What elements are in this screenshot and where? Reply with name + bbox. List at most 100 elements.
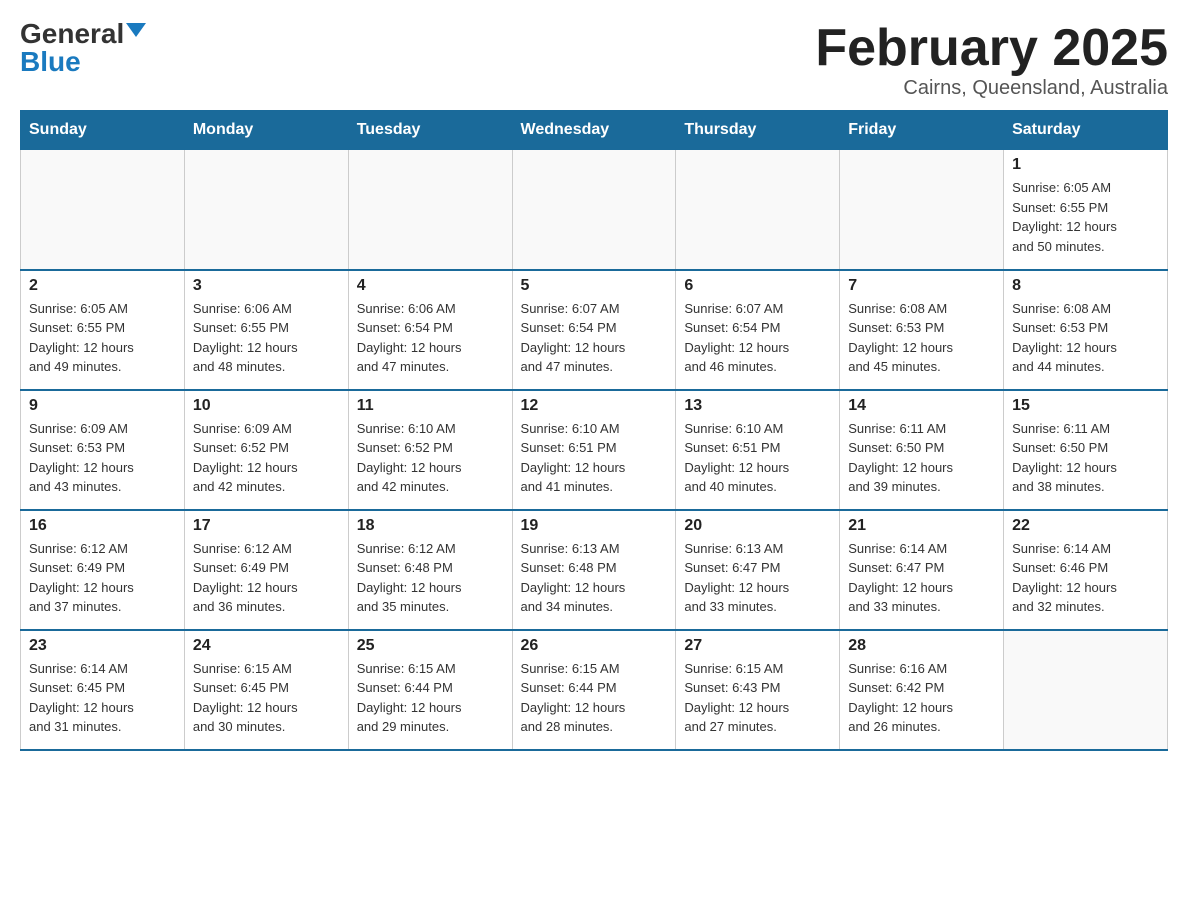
header-day-thursday: Thursday xyxy=(676,111,840,150)
day-info: Sunrise: 6:07 AMSunset: 6:54 PMDaylight:… xyxy=(521,299,668,377)
page-title: February 2025 xyxy=(815,20,1168,77)
day-info: Sunrise: 6:13 AMSunset: 6:47 PMDaylight:… xyxy=(684,539,831,617)
day-info: Sunrise: 6:15 AMSunset: 6:44 PMDaylight:… xyxy=(357,659,504,737)
calendar-cell: 1Sunrise: 6:05 AMSunset: 6:55 PMDaylight… xyxy=(1004,150,1168,270)
calendar-cell: 20 Sunrise: 6:13 AMSunset: 6:47 PMDayligh… xyxy=(676,510,840,630)
calendar-cell: 21 Sunrise: 6:14 AMSunset: 6:47 PMDayligh… xyxy=(840,510,1004,630)
day-number: 7 xyxy=(848,277,995,295)
day-number: 2 xyxy=(29,277,176,295)
calendar-cell: 10 Sunrise: 6:09 AMSunset: 6:52 PMDayligh… xyxy=(184,390,348,510)
calendar-cell xyxy=(840,150,1004,270)
day-info: Sunrise: 6:11 AMSunset: 6:50 PMDaylight:… xyxy=(848,419,995,497)
calendar-cell: 6Sunrise: 6:07 AMSunset: 6:54 PMDaylight… xyxy=(676,270,840,390)
day-number: 28 xyxy=(848,637,995,655)
header-day-wednesday: Wednesday xyxy=(512,111,676,150)
calendar-cell: 18 Sunrise: 6:12 AMSunset: 6:48 PMDayligh… xyxy=(348,510,512,630)
day-number: 24 xyxy=(193,637,340,655)
day-number: 19 xyxy=(521,517,668,535)
calendar-cell: 8 Sunrise: 6:08 AMSunset: 6:53 PMDaylight… xyxy=(1004,270,1168,390)
day-info: Sunrise: 6:06 AMSunset: 6:55 PMDaylight:… xyxy=(193,299,340,377)
calendar-cell: 22 Sunrise: 6:14 AMSunset: 6:46 PMDayligh… xyxy=(1004,510,1168,630)
day-info: Sunrise: 6:15 AMSunset: 6:44 PMDaylight:… xyxy=(521,659,668,737)
day-number: 13 xyxy=(684,397,831,415)
day-info: Sunrise: 6:07 AMSunset: 6:54 PMDaylight:… xyxy=(684,299,831,377)
calendar-cell: 4 Sunrise: 6:06 AMSunset: 6:54 PMDaylight… xyxy=(348,270,512,390)
day-info: Sunrise: 6:05 AMSunset: 6:55 PMDaylight:… xyxy=(29,299,176,377)
day-number: 10 xyxy=(193,397,340,415)
calendar-cell: 27 Sunrise: 6:15 AMSunset: 6:43 PMDayligh… xyxy=(676,630,840,750)
day-info: Sunrise: 6:14 AMSunset: 6:45 PMDaylight:… xyxy=(29,659,176,737)
header-day-saturday: Saturday xyxy=(1004,111,1168,150)
calendar-cell xyxy=(21,150,185,270)
header-day-sunday: Sunday xyxy=(21,111,185,150)
logo: General Blue xyxy=(20,20,146,76)
calendar-cell: 26 Sunrise: 6:15 AMSunset: 6:44 PMDayligh… xyxy=(512,630,676,750)
calendar-cell: 3 Sunrise: 6:06 AMSunset: 6:55 PMDaylight… xyxy=(184,270,348,390)
day-info: Sunrise: 6:16 AMSunset: 6:42 PMDaylight:… xyxy=(848,659,995,737)
calendar-cell: 28 Sunrise: 6:16 AMSunset: 6:42 PMDayligh… xyxy=(840,630,1004,750)
calendar-cell: 19 Sunrise: 6:13 AMSunset: 6:48 PMDayligh… xyxy=(512,510,676,630)
day-number: 3 xyxy=(193,277,340,295)
calendar-cell: 23 Sunrise: 6:14 AMSunset: 6:45 PMDayligh… xyxy=(21,630,185,750)
day-info: Sunrise: 6:12 AMSunset: 6:48 PMDaylight:… xyxy=(357,539,504,617)
day-number: 5 xyxy=(521,277,668,295)
day-number: 9 xyxy=(29,397,176,415)
calendar-cell xyxy=(676,150,840,270)
day-info: Sunrise: 6:09 AMSunset: 6:52 PMDaylight:… xyxy=(193,419,340,497)
calendar-cell: 7 Sunrise: 6:08 AMSunset: 6:53 PMDaylight… xyxy=(840,270,1004,390)
calendar-cell xyxy=(184,150,348,270)
day-info: Sunrise: 6:13 AMSunset: 6:48 PMDaylight:… xyxy=(521,539,668,617)
calendar-table: SundayMondayTuesdayWednesdayThursdayFrid… xyxy=(20,110,1168,751)
day-number: 26 xyxy=(521,637,668,655)
day-number: 20 xyxy=(684,517,831,535)
day-info: Sunrise: 6:06 AMSunset: 6:54 PMDaylight:… xyxy=(357,299,504,377)
page-subtitle: Cairns, Queensland, Australia xyxy=(815,77,1168,100)
calendar-cell: 2 Sunrise: 6:05 AMSunset: 6:55 PMDaylight… xyxy=(21,270,185,390)
day-number: 27 xyxy=(684,637,831,655)
day-number: 21 xyxy=(848,517,995,535)
day-info: Sunrise: 6:15 AMSunset: 6:43 PMDaylight:… xyxy=(684,659,831,737)
day-number: 18 xyxy=(357,517,504,535)
day-number: 4 xyxy=(357,277,504,295)
calendar-cell: 25Sunrise: 6:15 AMSunset: 6:44 PMDayligh… xyxy=(348,630,512,750)
day-info: Sunrise: 6:15 AMSunset: 6:45 PMDaylight:… xyxy=(193,659,340,737)
day-info: Sunrise: 6:11 AMSunset: 6:50 PMDaylight:… xyxy=(1012,419,1159,497)
day-info: Sunrise: 6:08 AMSunset: 6:53 PMDaylight:… xyxy=(848,299,995,377)
header-day-friday: Friday xyxy=(840,111,1004,150)
day-info: Sunrise: 6:10 AMSunset: 6:51 PMDaylight:… xyxy=(684,419,831,497)
calendar-cell xyxy=(348,150,512,270)
calendar-body: 1Sunrise: 6:05 AMSunset: 6:55 PMDaylight… xyxy=(21,150,1168,750)
day-info: Sunrise: 6:08 AMSunset: 6:53 PMDaylight:… xyxy=(1012,299,1159,377)
calendar-cell: 5 Sunrise: 6:07 AMSunset: 6:54 PMDaylight… xyxy=(512,270,676,390)
day-number: 23 xyxy=(29,637,176,655)
day-info: Sunrise: 6:12 AMSunset: 6:49 PMDaylight:… xyxy=(29,539,176,617)
week-row-3: 16 Sunrise: 6:12 AMSunset: 6:49 PMDayligh… xyxy=(21,510,1168,630)
header-day-monday: Monday xyxy=(184,111,348,150)
calendar-cell: 24 Sunrise: 6:15 AMSunset: 6:45 PMDayligh… xyxy=(184,630,348,750)
day-info: Sunrise: 6:14 AMSunset: 6:46 PMDaylight:… xyxy=(1012,539,1159,617)
day-info: Sunrise: 6:10 AMSunset: 6:51 PMDaylight:… xyxy=(521,419,668,497)
title-block: February 2025 Cairns, Queensland, Austra… xyxy=(815,20,1168,100)
calendar-cell: 11Sunrise: 6:10 AMSunset: 6:52 PMDayligh… xyxy=(348,390,512,510)
calendar-cell xyxy=(512,150,676,270)
day-number: 16 xyxy=(29,517,176,535)
logo-general-text: General xyxy=(20,20,124,48)
calendar-header: SundayMondayTuesdayWednesdayThursdayFrid… xyxy=(21,111,1168,150)
page-header: General Blue February 2025 Cairns, Queen… xyxy=(20,20,1168,100)
logo-triangle-icon xyxy=(126,23,146,37)
week-row-2: 9 Sunrise: 6:09 AMSunset: 6:53 PMDaylight… xyxy=(21,390,1168,510)
day-number: 8 xyxy=(1012,277,1159,295)
week-row-4: 23 Sunrise: 6:14 AMSunset: 6:45 PMDayligh… xyxy=(21,630,1168,750)
day-number: 15 xyxy=(1012,397,1159,415)
day-number: 17 xyxy=(193,517,340,535)
day-info: Sunrise: 6:14 AMSunset: 6:47 PMDaylight:… xyxy=(848,539,995,617)
calendar-cell: 16 Sunrise: 6:12 AMSunset: 6:49 PMDayligh… xyxy=(21,510,185,630)
calendar-cell: 9 Sunrise: 6:09 AMSunset: 6:53 PMDaylight… xyxy=(21,390,185,510)
header-day-tuesday: Tuesday xyxy=(348,111,512,150)
calendar-cell: 17 Sunrise: 6:12 AMSunset: 6:49 PMDayligh… xyxy=(184,510,348,630)
day-info: Sunrise: 6:09 AMSunset: 6:53 PMDaylight:… xyxy=(29,419,176,497)
day-info: Sunrise: 6:12 AMSunset: 6:49 PMDaylight:… xyxy=(193,539,340,617)
day-number: 22 xyxy=(1012,517,1159,535)
day-number: 14 xyxy=(848,397,995,415)
header-row: SundayMondayTuesdayWednesdayThursdayFrid… xyxy=(21,111,1168,150)
